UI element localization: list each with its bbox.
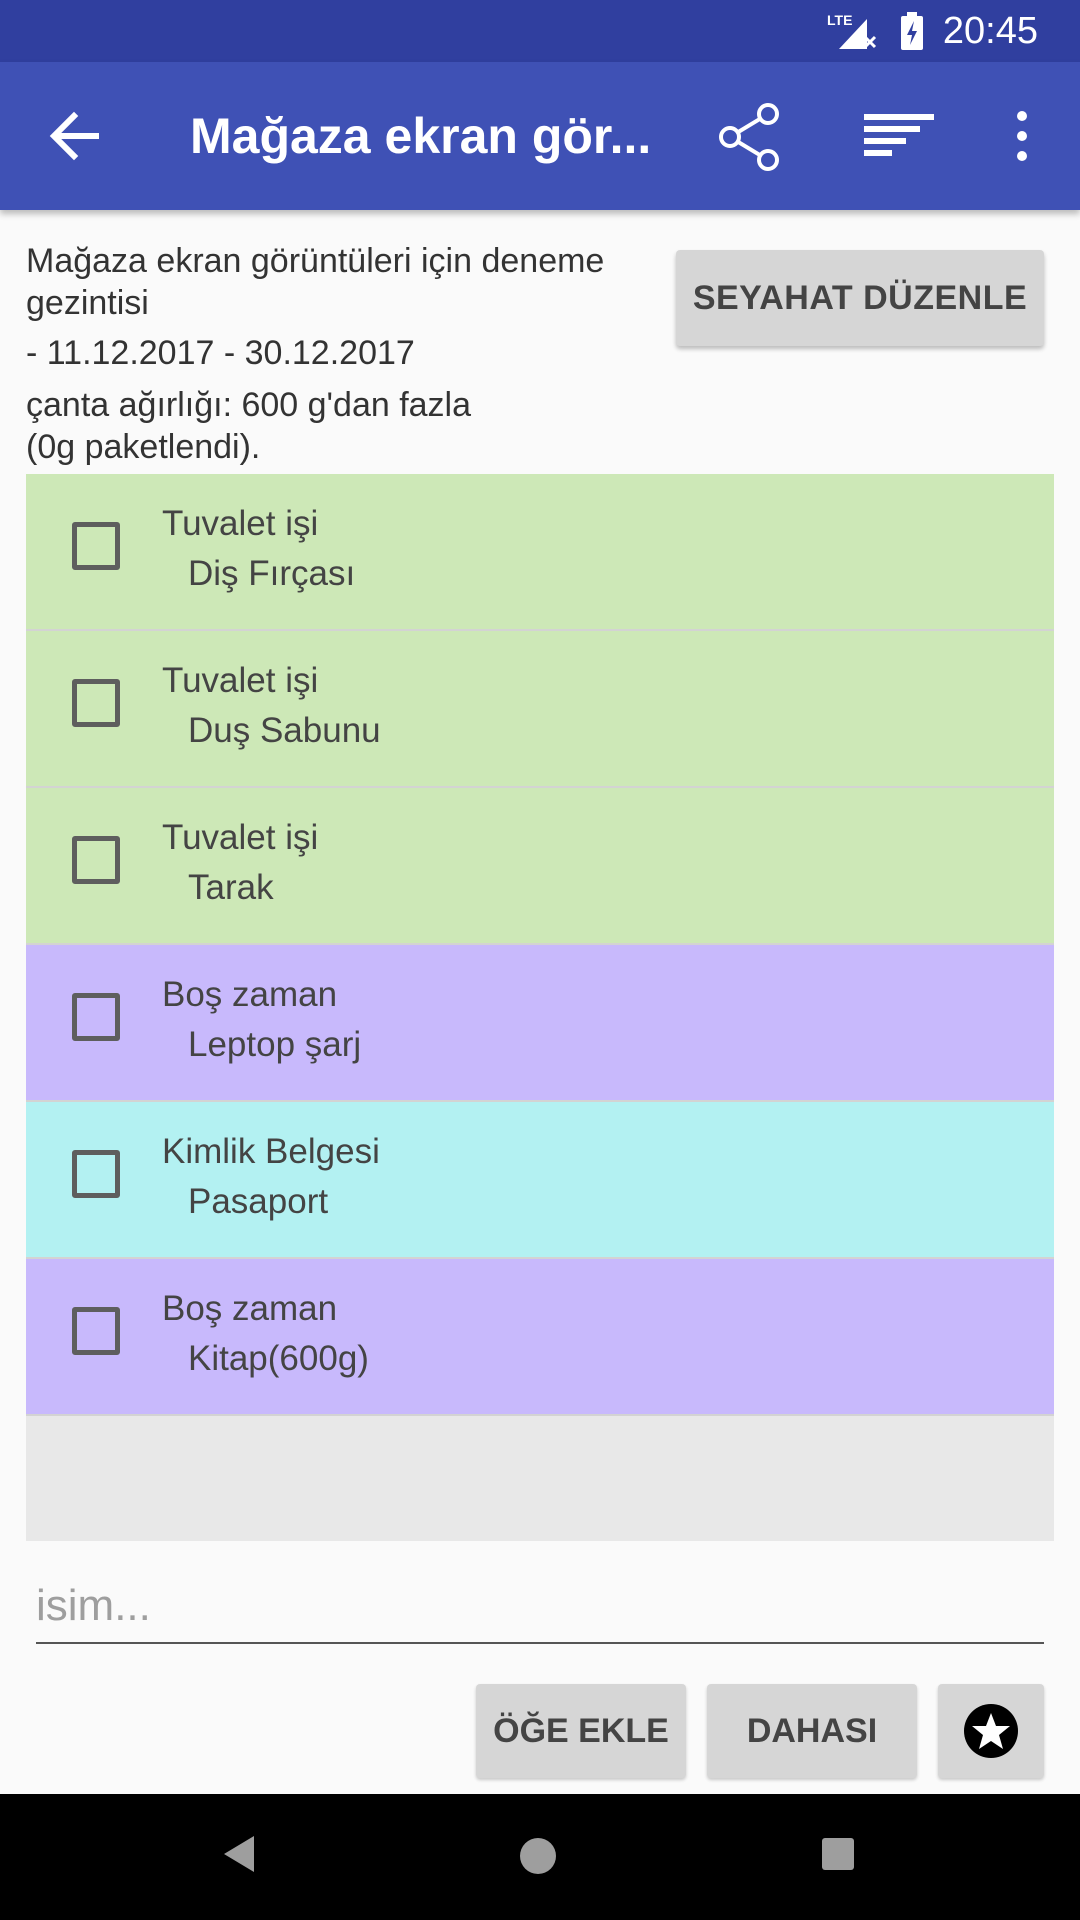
list-item[interactable]: Boş zaman Kitap(600g)	[26, 1259, 1054, 1416]
share-icon	[719, 103, 779, 171]
list-empty-area	[26, 1416, 1054, 1541]
edit-trip-button[interactable]: SEYAHAT DÜZENLE	[676, 250, 1044, 346]
more-options-button[interactable]	[1000, 106, 1044, 166]
list-item[interactable]: Boş zaman Leptop şarj	[26, 945, 1054, 1102]
item-checkbox[interactable]	[72, 836, 120, 884]
item-category: Tuvalet işi	[162, 818, 319, 857]
item-checkbox[interactable]	[72, 1150, 120, 1198]
bag-weight: çanta ağırlığı: 600 g'dan fazla	[26, 386, 472, 424]
item-category: Boş zaman	[162, 975, 338, 1014]
list-item[interactable]: Tuvalet işi Tarak	[26, 788, 1054, 945]
list-item[interactable]: Kimlik Belgesi Pasaport	[26, 1102, 1054, 1259]
trip-name: Mağaza ekran görüntüleri için deneme gez…	[26, 242, 605, 322]
nav-recents-icon[interactable]	[822, 1838, 854, 1870]
item-checkbox[interactable]	[72, 993, 120, 1041]
favorite-button[interactable]	[938, 1684, 1044, 1778]
more-button[interactable]: DAHASI	[707, 1684, 917, 1778]
back-button[interactable]	[44, 108, 104, 164]
sort-button[interactable]	[862, 110, 938, 164]
star-circle-icon	[964, 1704, 1018, 1758]
item-checkbox[interactable]	[72, 522, 120, 570]
list-item[interactable]: Tuvalet işi Diş Fırçası	[26, 474, 1054, 631]
status-bar: LTE 20:45	[0, 0, 1080, 62]
item-checkbox[interactable]	[72, 679, 120, 727]
share-button[interactable]	[716, 102, 782, 172]
navigation-bar	[0, 1794, 1080, 1920]
add-item-button[interactable]: ÖĞE EKLE	[476, 1684, 686, 1778]
item-name: Kitap(600g)	[188, 1339, 369, 1378]
nav-back-icon[interactable]	[222, 1834, 256, 1874]
item-category: Kimlik Belgesi	[162, 1132, 380, 1171]
packed-weight: (0g paketlendi).	[26, 428, 261, 466]
status-icons: LTE 20:45	[827, 0, 1038, 62]
trip-dates: - 11.12.2017 - 30.12.2017	[26, 334, 415, 372]
item-checkbox[interactable]	[72, 1307, 120, 1355]
sort-icon	[864, 114, 934, 156]
item-category: Tuvalet işi	[162, 504, 319, 543]
lte-signal-icon: LTE	[827, 12, 876, 49]
item-name: Diş Fırçası	[188, 554, 356, 593]
more-vert-icon	[1017, 111, 1027, 161]
item-name: Duş Sabunu	[188, 711, 381, 750]
network-type-label: LTE	[827, 12, 852, 28]
item-category: Boş zaman	[162, 1289, 338, 1328]
trip-info: Mağaza ekran görüntüleri için deneme gez…	[26, 240, 666, 468]
item-name: Leptop şarj	[188, 1025, 362, 1064]
packing-list: Tuvalet işi Diş Fırçası Tuvalet işi Duş …	[26, 474, 1054, 1416]
item-name: Pasaport	[188, 1182, 329, 1221]
battery-charging-icon	[900, 12, 923, 50]
page-title: Mağaza ekran gör...	[190, 108, 652, 164]
item-name: Tarak	[188, 868, 274, 907]
arrow-back-icon	[49, 111, 99, 161]
nav-home-icon[interactable]	[520, 1838, 556, 1874]
list-item[interactable]: Tuvalet işi Duş Sabunu	[26, 631, 1054, 788]
item-category: Tuvalet işi	[162, 661, 319, 700]
item-name-input[interactable]	[36, 1570, 1044, 1644]
status-time: 20:45	[942, 9, 1038, 52]
app-bar: Mağaza ekran gör...	[0, 62, 1080, 210]
